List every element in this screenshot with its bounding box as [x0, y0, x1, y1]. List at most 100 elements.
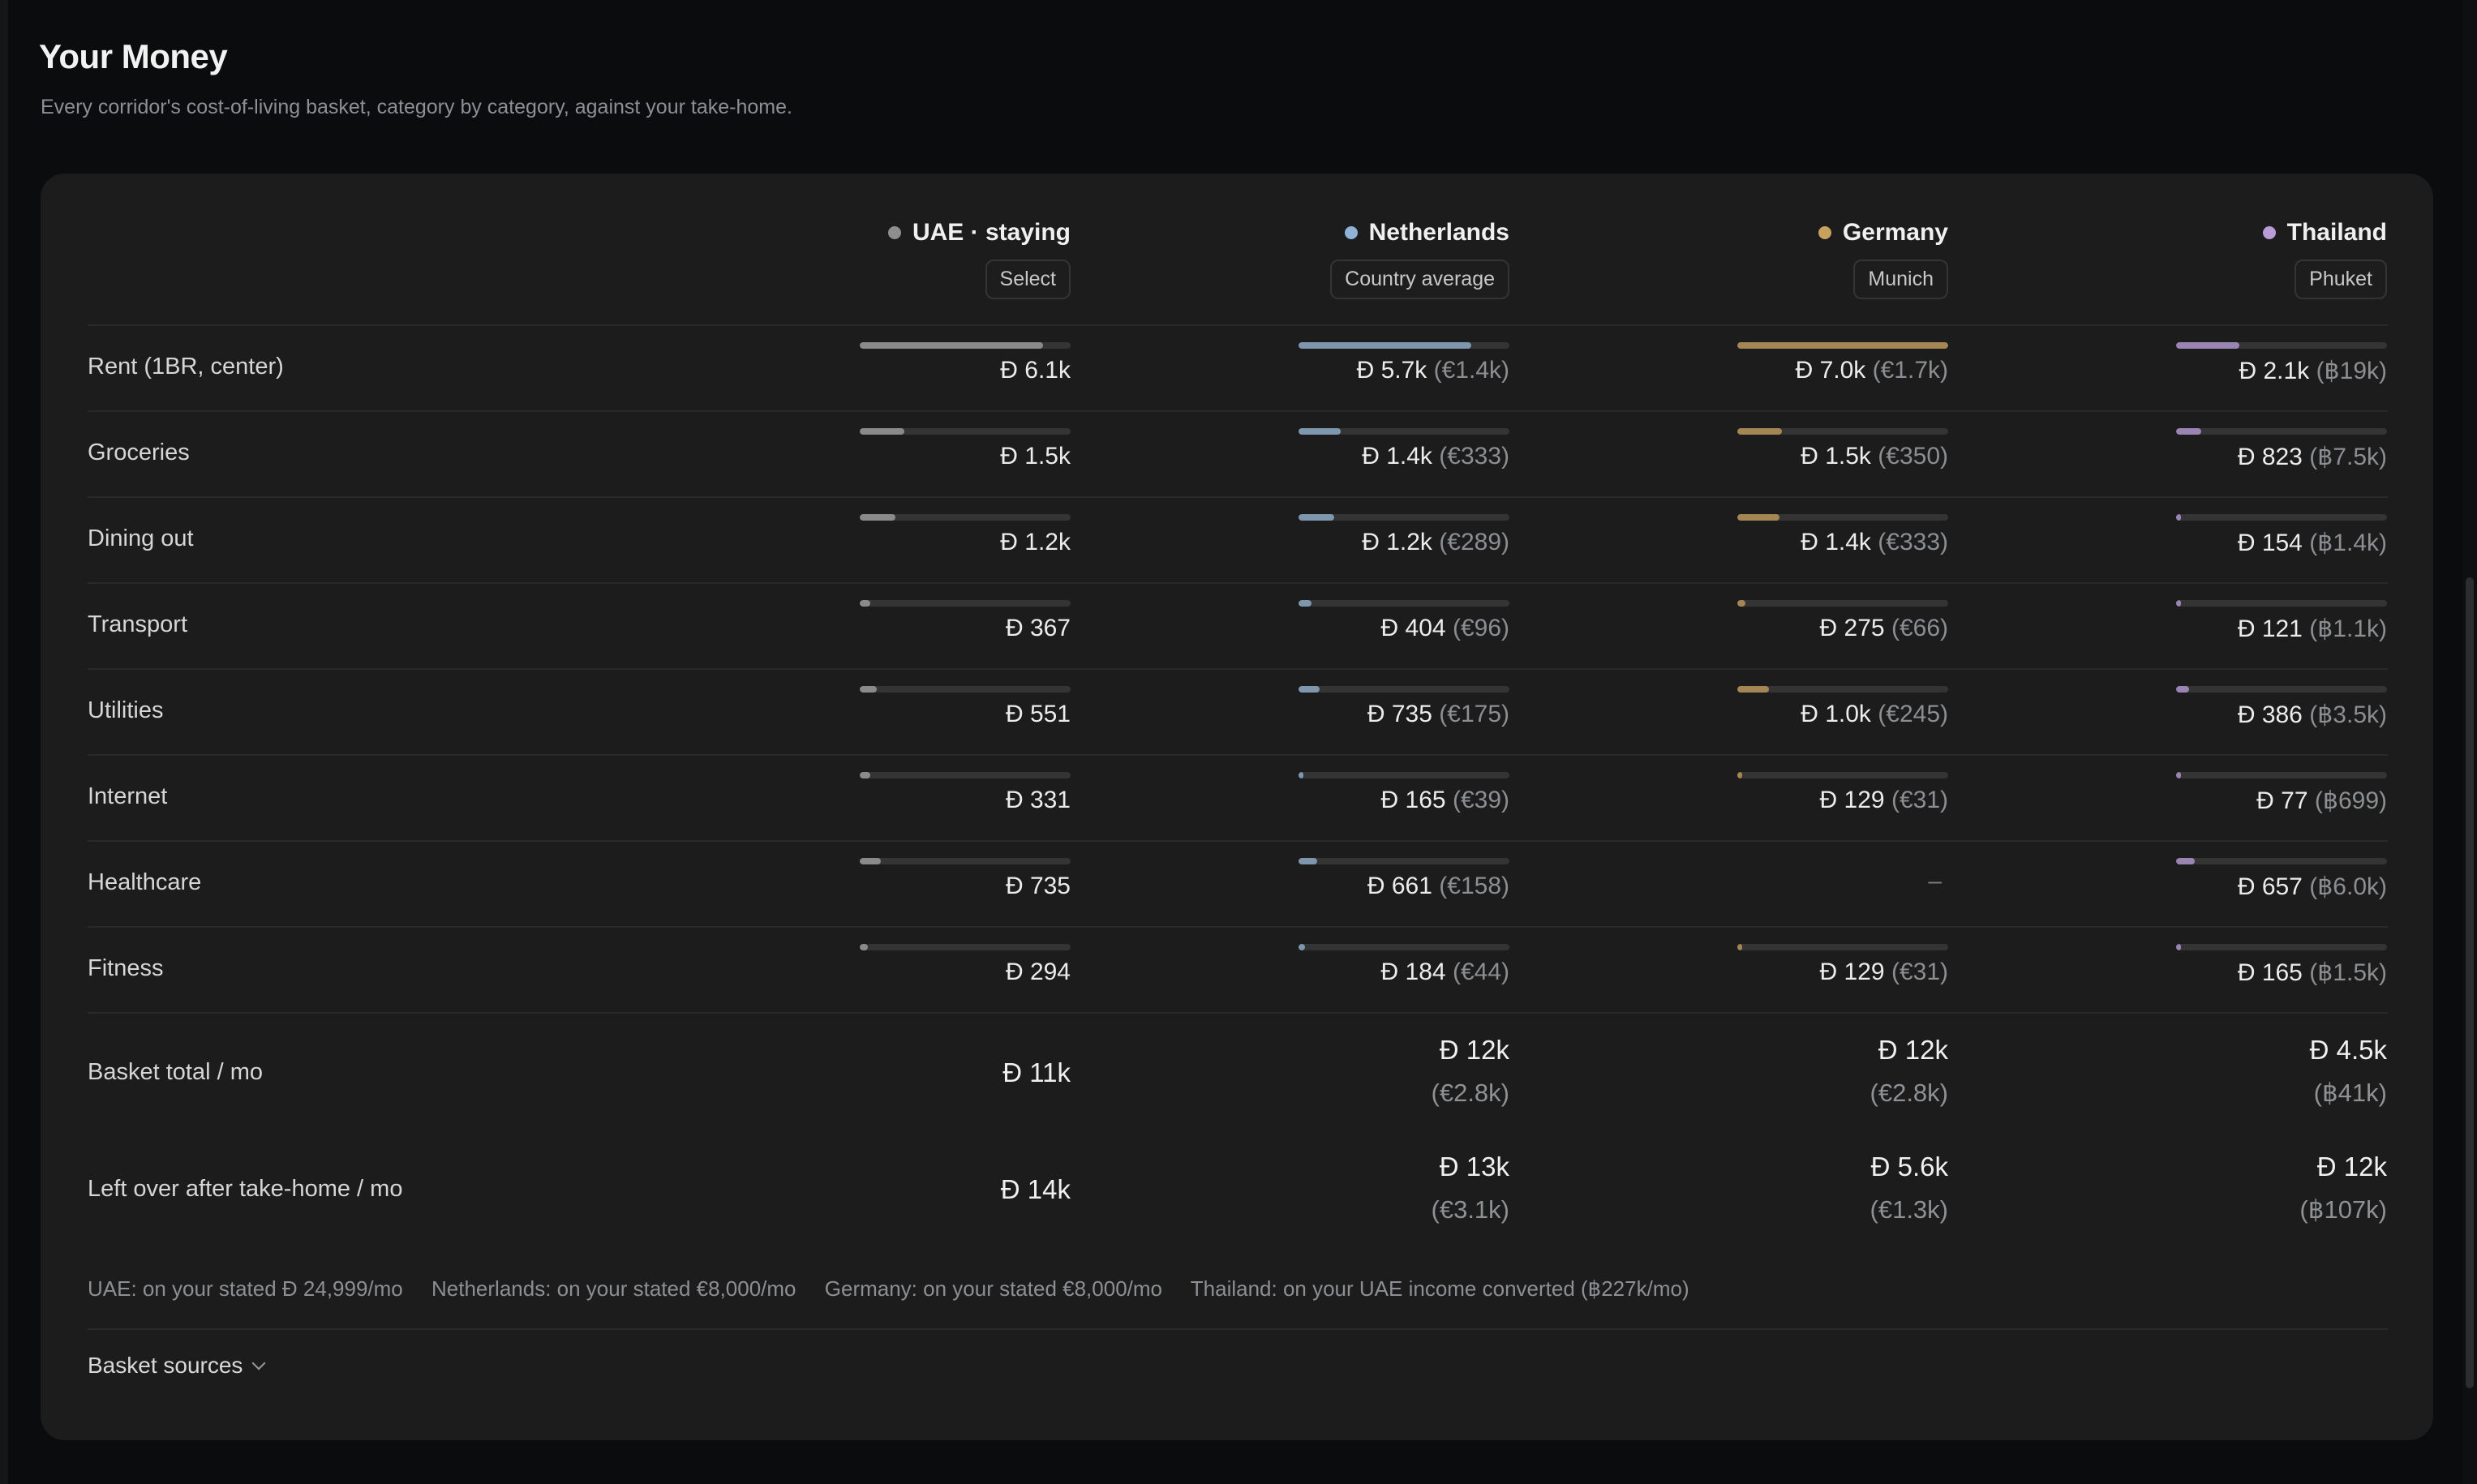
total-local-value: (฿41k) — [2313, 1079, 2387, 1107]
region-selector-label[interactable]: Phuket — [2295, 259, 2387, 299]
cost-value: Ɖ 823 (฿7.5k) — [2238, 443, 2387, 471]
total-local-value: (฿107k) — [2299, 1195, 2387, 1224]
cost-bar-fill — [2176, 342, 2239, 349]
cost-value: Ɖ 661 (€158) — [1367, 873, 1509, 900]
chevron-down-icon — [251, 1356, 266, 1370]
cost-bar — [1299, 686, 1509, 693]
cost-bar-fill — [1737, 514, 1779, 521]
local-amount: (฿699) — [2314, 787, 2387, 814]
local-amount: (฿1.1k) — [2309, 615, 2387, 642]
local-amount: (€333) — [1878, 529, 1948, 555]
cost-bar-fill — [1737, 686, 1769, 693]
local-amount: (€158) — [1439, 873, 1509, 899]
cost-value: Ɖ 1.5k (€350) — [1801, 443, 1948, 470]
cost-bar — [860, 514, 1071, 521]
category-label: Transport — [88, 611, 188, 637]
column-header: Netherlands Country average — [1330, 219, 1509, 299]
category-label: Fitness — [88, 955, 164, 981]
region-selector-label[interactable]: Country average — [1330, 259, 1509, 299]
cost-bar-fill — [1737, 342, 1948, 349]
cost-bar-fill — [1299, 686, 1320, 693]
aed-amount: Ɖ 1.2k — [1362, 529, 1432, 555]
total-value: Ɖ 12k — [2316, 1152, 2387, 1182]
total-row: Basket total / mo Ɖ 11k Ɖ 12k (€2.8k) Ɖ 12k (… — [88, 1012, 2388, 1132]
footnote-netherlands: Netherlands: on your stated €8,000/mo — [431, 1276, 796, 1301]
cost-bar — [1737, 342, 1948, 349]
cost-bar-fill — [860, 686, 877, 693]
money-panel: UAE · staying Select Netherlands Country av… — [41, 174, 2433, 1440]
total-value: Ɖ 14k — [1000, 1174, 1071, 1204]
aed-amount: Ɖ 735 — [1367, 701, 1432, 727]
aed-amount: Ɖ 5.7k — [1356, 357, 1427, 384]
category-row: Internet Ɖ 331 Ɖ 165 (€39) Ɖ 129 (€31) Ɖ 77 … — [88, 754, 2388, 842]
cost-bar — [2176, 686, 2387, 693]
category-label: Internet — [88, 783, 168, 809]
cost-value: Ɖ 165 (฿1.5k) — [2238, 959, 2387, 987]
cost-value: Ɖ 551 — [1006, 701, 1071, 728]
total-value: Ɖ 13k — [1439, 1152, 1509, 1182]
local-amount: (฿6.0k) — [2309, 873, 2387, 900]
aed-amount: Ɖ 275 — [1819, 615, 1885, 641]
category-row: Healthcare Ɖ 735 Ɖ 661 (€158) – Ɖ 657 (฿6.0k… — [88, 840, 2388, 928]
cost-bar-fill — [2176, 944, 2181, 950]
column-header: UAE · staying Select — [887, 219, 1071, 299]
footnote-uae: UAE: on your stated Ɖ 24,999/mo — [88, 1276, 403, 1301]
cost-value: Ɖ 735 — [1006, 873, 1071, 900]
cost-value: Ɖ 154 (฿1.4k) — [2238, 529, 2387, 557]
category-row: Groceries Ɖ 1.5k Ɖ 1.4k (€333) Ɖ 1.5k (€350… — [88, 410, 2388, 498]
basket-sources-toggle[interactable]: Basket sources — [88, 1353, 266, 1379]
cost-value: Ɖ 5.7k (€1.4k) — [1357, 357, 1509, 384]
cost-bar-fill — [860, 944, 869, 950]
cost-bar-fill — [2176, 686, 2189, 693]
region-selector-button[interactable]: Phuket — [2263, 247, 2387, 299]
aed-amount: Ɖ 367 — [1005, 615, 1071, 641]
aed-amount: Ɖ 1.4k — [1801, 529, 1871, 555]
local-amount: (€350) — [1878, 443, 1948, 470]
cost-bar-fill — [2176, 428, 2202, 435]
aed-amount: Ɖ 165 — [1380, 787, 1446, 813]
cost-bar — [1299, 858, 1509, 864]
scrollbar-thumb[interactable] — [2466, 577, 2474, 1388]
cost-bar — [1299, 342, 1509, 349]
total-label: Basket total / mo — [88, 1059, 263, 1085]
region-selector-label[interactable]: Select — [985, 259, 1071, 299]
aed-amount: Ɖ 129 — [1819, 787, 1885, 813]
region-selector-button[interactable]: Select — [888, 247, 1071, 299]
cost-value: Ɖ 657 (฿6.0k) — [2238, 873, 2387, 901]
scrollbar-track[interactable] — [2462, 0, 2477, 1484]
cost-bar — [860, 772, 1071, 778]
local-amount: (€44) — [1452, 959, 1509, 985]
cost-bar-fill — [2176, 858, 2196, 864]
country-dot-icon — [1818, 226, 1831, 239]
cost-bar — [1299, 772, 1509, 778]
total-value: Ɖ 5.6k — [1870, 1152, 1948, 1182]
cost-value: Ɖ 6.1k — [1000, 357, 1071, 384]
total-local-value: (€3.1k) — [1431, 1195, 1509, 1224]
income-footnotes: UAE: on your stated Ɖ 24,999/mo Netherla… — [88, 1276, 1712, 1302]
cost-bar — [860, 600, 1071, 607]
cost-bar — [2176, 600, 2387, 607]
cost-bar — [1299, 600, 1509, 607]
cost-value: Ɖ 129 (€31) — [1820, 787, 1948, 814]
cost-value: Ɖ 1.5k — [1000, 443, 1071, 470]
region-selector-button[interactable]: Country average — [1330, 247, 1509, 299]
region-selector-button[interactable]: Munich — [1818, 247, 1948, 299]
cost-bar-fill — [1299, 772, 1303, 778]
cost-value: Ɖ 121 (฿1.1k) — [2238, 615, 2387, 643]
column-name: Thailand — [2262, 219, 2387, 247]
cost-bar — [1737, 514, 1948, 521]
total-row: Left over after take-home / mo Ɖ 14k Ɖ 13k… — [88, 1130, 2388, 1249]
aed-amount: Ɖ 657 — [2237, 873, 2303, 900]
cost-value: Ɖ 386 (฿3.5k) — [2238, 701, 2387, 729]
category-label: Dining out — [88, 525, 194, 551]
basket-sources-label: Basket sources — [88, 1353, 243, 1378]
category-label: Healthcare — [88, 869, 202, 895]
category-row: Fitness Ɖ 294 Ɖ 184 (€44) Ɖ 129 (€31) Ɖ 165 … — [88, 926, 2388, 1014]
region-selector-label[interactable]: Munich — [1853, 259, 1948, 299]
cost-bar-fill — [2176, 600, 2181, 607]
cost-value: Ɖ 294 — [1006, 959, 1071, 986]
cost-value: Ɖ 1.0k (€245) — [1801, 701, 1948, 728]
aed-amount: Ɖ 77 — [2256, 787, 2308, 814]
cost-bar-fill — [2176, 514, 2181, 521]
column-name-text: Netherlands — [1368, 219, 1509, 246]
